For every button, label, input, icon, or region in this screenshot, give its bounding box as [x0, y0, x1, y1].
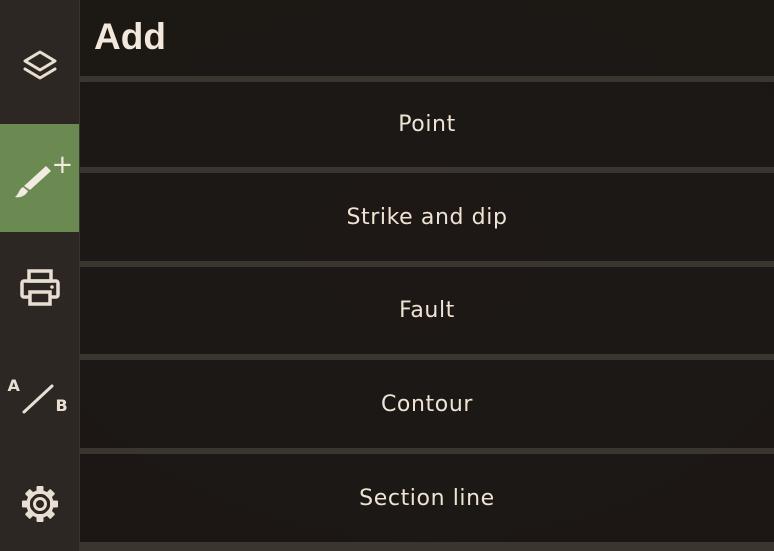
- sidebar-item-add[interactable]: +: [0, 124, 79, 232]
- add-panel: Add Point Strike and dip Fault Contour S…: [80, 0, 774, 551]
- menu-item-label: Strike and dip: [346, 204, 508, 230]
- add-point-button[interactable]: Point: [80, 82, 774, 167]
- gear-icon: [19, 483, 61, 525]
- menu-item-label: Fault: [399, 298, 455, 323]
- plus-icon: +: [51, 150, 74, 180]
- layers-icon: [20, 48, 60, 88]
- add-fault-button[interactable]: Fault: [80, 267, 774, 354]
- add-section-line-button[interactable]: Section line: [80, 454, 774, 542]
- sidebar-item-section[interactable]: A B: [0, 350, 79, 446]
- printer-icon: [18, 267, 62, 309]
- sidebar: + A B: [0, 0, 80, 551]
- section-label-b: B: [55, 396, 68, 415]
- sidebar-item-layers[interactable]: [0, 20, 79, 116]
- menu-item-label: Point: [398, 112, 456, 137]
- page-title: Add: [94, 16, 166, 57]
- menu-item-label: Section line: [359, 485, 495, 511]
- add-contour-button[interactable]: Contour: [80, 360, 774, 448]
- panel-header: Add: [80, 0, 774, 76]
- app-window: + A B Add Point Strike and dip Fault Con…: [0, 0, 774, 551]
- section-ab-icon: A B: [8, 376, 72, 418]
- divider: [80, 542, 774, 551]
- sidebar-item-print[interactable]: [0, 240, 79, 336]
- add-strike-and-dip-button[interactable]: Strike and dip: [80, 173, 774, 261]
- brush-add-icon: +: [8, 150, 73, 200]
- sidebar-item-settings[interactable]: [0, 458, 79, 550]
- menu-item-label: Contour: [380, 391, 474, 417]
